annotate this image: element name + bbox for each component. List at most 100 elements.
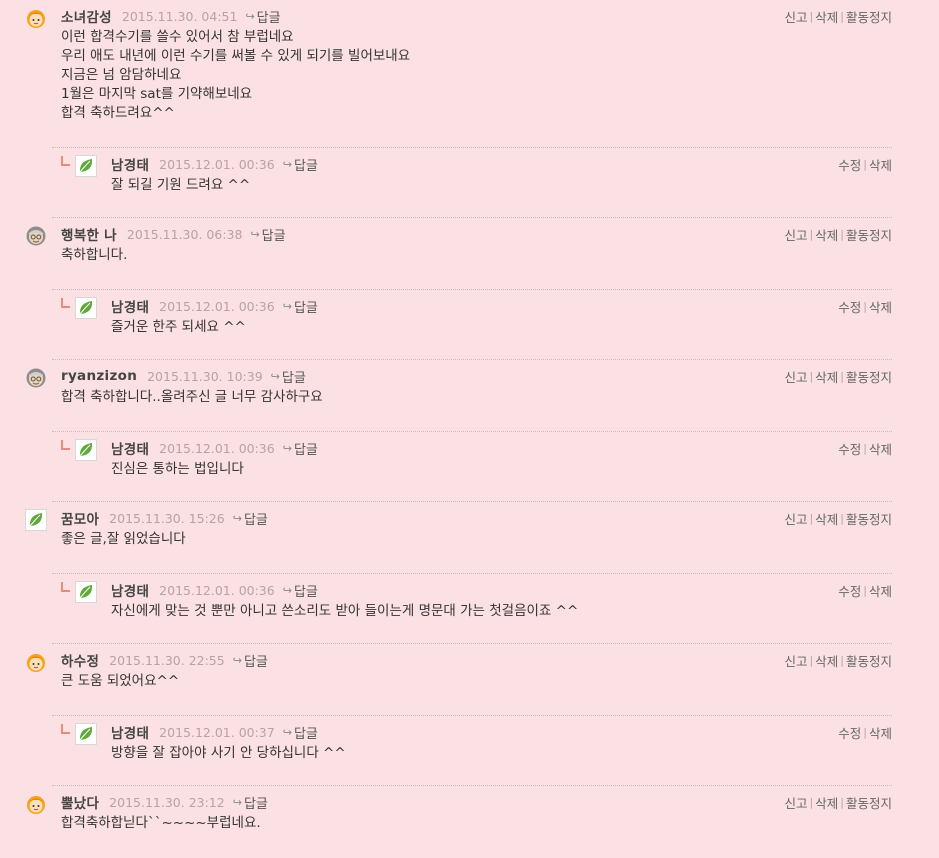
comment-date: 2015.11.30. 04:51	[121, 8, 238, 24]
reply-indicator-icon	[61, 298, 70, 308]
divider: |	[809, 9, 814, 23]
delete-button[interactable]: 삭제	[869, 439, 892, 458]
reply-item: 남경태 2015.12.01. 00:36 ↪ 답글 진심은 통하는 법입니다 …	[0, 432, 939, 502]
author-name[interactable]: 꿈모아	[61, 508, 99, 528]
reply-date: 2015.12.01. 00:36	[159, 582, 275, 598]
delete-button[interactable]: 삭제	[869, 581, 892, 600]
author-name[interactable]: 하수정	[61, 650, 99, 670]
report-button[interactable]: 신고	[785, 509, 808, 528]
leaf-icon[interactable]	[75, 297, 97, 319]
delete-button[interactable]: 삭제	[815, 793, 838, 812]
reply-arrow-icon: ↪	[282, 441, 292, 455]
reply-arrow-icon: ↪	[282, 299, 292, 313]
comment-actions: 신고 | 삭제 | 활동정지	[785, 792, 892, 812]
delete-button[interactable]: 삭제	[869, 297, 892, 316]
comment-text: 합격 축하합니다..올려주신 글 너무 감사하구요	[61, 389, 323, 405]
girl-icon[interactable]	[25, 793, 47, 815]
grandpa-icon[interactable]	[25, 367, 47, 389]
grandpa-icon[interactable]	[25, 225, 47, 247]
suspend-button[interactable]: 활동정지	[846, 7, 892, 26]
divider: |	[809, 227, 814, 241]
comment-date: 2015.11.30. 22:55	[109, 652, 225, 668]
delete-button[interactable]: 삭제	[815, 7, 838, 26]
reply-meta: 남경태 2015.12.01. 00:36 ↪ 답글	[111, 438, 318, 459]
delete-button[interactable]: 삭제	[869, 723, 892, 742]
comment-date: 2015.11.30. 10:39	[147, 368, 263, 384]
reply-button[interactable]: ↪ 답글	[283, 439, 318, 458]
reply-indicator-icon	[61, 156, 70, 166]
comment-meta: ryanzizon 2015.11.30. 10:39 ↪ 답글	[61, 366, 306, 386]
delete-button[interactable]: 삭제	[815, 225, 838, 244]
suspend-button[interactable]: 활동정지	[846, 225, 892, 244]
report-button[interactable]: 신고	[785, 793, 808, 812]
leaf-icon[interactable]	[25, 509, 47, 531]
delete-button[interactable]: 삭제	[815, 509, 838, 528]
comment-meta: 하수정 2015.11.30. 22:55 ↪ 답글	[61, 650, 268, 671]
girl-icon[interactable]	[25, 7, 47, 29]
reply-arrow-icon: ↪	[282, 725, 292, 739]
author-name[interactable]: 남경태	[111, 296, 149, 316]
reply-button[interactable]: ↪ 답글	[283, 297, 318, 316]
leaf-icon[interactable]	[75, 155, 97, 177]
girl-icon[interactable]	[25, 651, 47, 673]
leaf-icon[interactable]	[75, 439, 97, 461]
reply-button[interactable]: ↪ 답글	[233, 651, 268, 670]
reply-button[interactable]: ↪ 답글	[250, 225, 285, 244]
report-button[interactable]: 신고	[785, 225, 808, 244]
author-name[interactable]: 남경태	[111, 154, 149, 174]
comment-actions: 신고 | 삭제 | 활동정지	[785, 224, 892, 244]
divider: |	[863, 583, 867, 597]
reply-button[interactable]: ↪ 답글	[245, 7, 280, 26]
suspend-button[interactable]: 활동정지	[846, 509, 892, 528]
comment-item: 행복한 나 2015.11.30. 06:38 ↪ 답글 축하합니다. 신고 |…	[0, 218, 939, 290]
reply-actions: 수정 | 삭제	[838, 154, 892, 174]
delete-button[interactable]: 삭제	[815, 367, 838, 386]
report-button[interactable]: 신고	[785, 367, 808, 386]
author-name[interactable]: 남경태	[111, 580, 149, 600]
edit-button[interactable]: 수정	[838, 581, 861, 600]
comment-actions: 신고 | 삭제 | 활동정지	[785, 650, 892, 670]
suspend-button[interactable]: 활동정지	[846, 793, 892, 812]
reply-actions: 수정 | 삭제	[838, 580, 892, 600]
reply-button[interactable]: ↪ 답글	[233, 793, 268, 812]
author-name[interactable]: 소녀감성	[61, 6, 112, 26]
comment-meta: 꿈모아 2015.11.30. 15:26 ↪ 답글	[61, 508, 268, 529]
reply-button[interactable]: ↪ 답글	[283, 155, 318, 174]
author-name[interactable]: 남경태	[111, 722, 149, 742]
author-name[interactable]: 행복한 나	[61, 224, 117, 244]
delete-button[interactable]: 삭제	[815, 651, 838, 670]
leaf-icon[interactable]	[75, 723, 97, 745]
reply-button[interactable]: ↪ 답글	[283, 581, 318, 600]
delete-button[interactable]: 삭제	[869, 155, 892, 174]
edit-button[interactable]: 수정	[838, 155, 861, 174]
report-button[interactable]: 신고	[785, 7, 808, 26]
comment-meta: 뿔났다 2015.11.30. 23:12 ↪ 답글	[61, 792, 268, 813]
edit-button[interactable]: 수정	[838, 723, 861, 742]
author-name[interactable]: 뿔났다	[61, 792, 99, 812]
reply-arrow-icon: ↪	[232, 653, 242, 667]
divider: |	[840, 653, 844, 667]
reply-button[interactable]: ↪ 답글	[283, 723, 318, 742]
author-name[interactable]: 남경태	[111, 438, 149, 458]
edit-button[interactable]: 수정	[838, 439, 861, 458]
leaf-icon[interactable]	[75, 581, 97, 603]
comment-date: 2015.11.30. 06:38	[126, 226, 243, 242]
author-name[interactable]: ryanzizon	[61, 368, 137, 384]
reply-meta: 남경태 2015.12.01. 00:37 ↪ 답글	[111, 722, 318, 743]
divider: |	[809, 795, 814, 809]
reply-actions: 수정 | 삭제	[838, 438, 892, 458]
comment-actions: 신고 | 삭제 | 활동정지	[785, 508, 892, 528]
edit-button[interactable]: 수정	[838, 297, 861, 316]
reply-arrow-icon: ↪	[282, 583, 292, 597]
reply-label: 답글	[293, 300, 318, 316]
suspend-button[interactable]: 활동정지	[846, 367, 892, 386]
reply-label: 답글	[261, 228, 286, 244]
reply-text: 자신에게 맞는 것 뿐만 아니고 쓴소리도 받아 들이는게 명문대 가는 첫걸음…	[111, 603, 579, 619]
reply-button[interactable]: ↪ 답글	[271, 367, 306, 386]
reply-button[interactable]: ↪ 답글	[233, 509, 268, 528]
reply-meta: 남경태 2015.12.01. 00:36 ↪ 답글	[111, 580, 318, 601]
report-button[interactable]: 신고	[785, 651, 808, 670]
reply-date: 2015.12.01. 00:37	[159, 724, 275, 740]
reply-label: 답글	[281, 370, 306, 386]
suspend-button[interactable]: 활동정지	[846, 651, 892, 670]
